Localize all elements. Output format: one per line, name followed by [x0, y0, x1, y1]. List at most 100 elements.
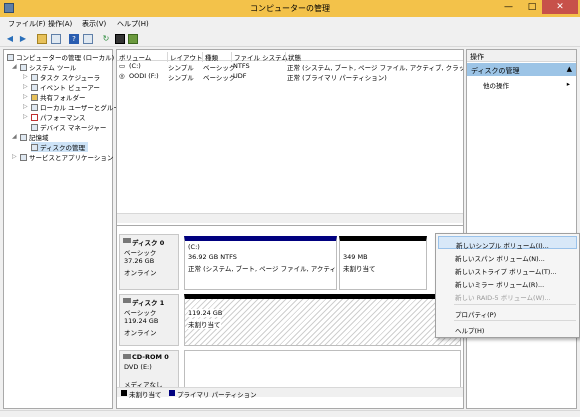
operations-header: 操作 — [467, 50, 576, 62]
tree-item-performance[interactable]: パフォーマンス — [31, 112, 85, 122]
tree-item-services-applications[interactable]: サービスとアプリケーション — [20, 152, 113, 162]
volume-name: (C:) — [129, 62, 141, 70]
cdrom-area — [184, 350, 461, 388]
forward-icon[interactable]: ▶ — [18, 34, 28, 44]
tree-item-disk-management[interactable]: ディスクの管理 — [31, 142, 89, 152]
expand-arrow-icon[interactable]: ▷ — [23, 73, 28, 80]
menu-file[interactable]: ファイル(F) — [8, 19, 46, 29]
title-bar: コンピューターの管理 — □ ✕ — [0, 0, 580, 17]
expand-arrow-icon[interactable]: ▷ — [23, 113, 28, 120]
context-menu: 新しいシンプル ボリューム(I)... 新しいスパン ボリューム(N)... 新… — [435, 233, 580, 338]
submenu-arrow-icon: ▸ — [566, 80, 570, 88]
back-icon[interactable]: ◀ — [5, 34, 15, 44]
toolbar: ◀ ▶ ? ↻ — [0, 31, 580, 47]
cdrom-icon — [123, 354, 131, 359]
tree-root[interactable]: コンピューターの管理 (ローカル) — [7, 52, 114, 62]
help-icon[interactable]: ? — [69, 34, 79, 44]
disk-status: オンライン — [124, 269, 157, 277]
disk-icon — [123, 238, 131, 243]
menu-action[interactable]: 操作(A) — [48, 19, 72, 29]
partition-size: 119.24 GB — [188, 309, 223, 317]
column-status[interactable]: 状態 — [285, 52, 301, 62]
operations-pane: 操作 ディスクの管理 ▲ 他の操作 ▸ — [466, 49, 577, 409]
collapse-icon: ▲ — [566, 65, 572, 73]
volume-type: ベーシック — [203, 74, 236, 82]
up-folder-icon[interactable] — [37, 34, 47, 44]
shared-folder-icon — [31, 94, 38, 101]
disk-0-label[interactable]: ディスク 0 ベーシック 37.26 GB オンライン — [119, 234, 179, 290]
disk-1-label[interactable]: ディスク 1 ベーシック 119.24 GB オンライン — [119, 294, 179, 346]
disk-type: DVD (E:) — [124, 363, 152, 371]
column-file-system[interactable]: ファイル システム — [231, 52, 288, 62]
tree-item-local-users-groups[interactable]: ローカル ユーザーとグループ — [31, 102, 126, 112]
volume-row[interactable]: ▭ (C:) シンプル ベーシック NTFS 正常 (システム, ブート, ペー… — [117, 62, 463, 72]
partition-c[interactable]: (C:) 36.92 GB NTFS 正常 (システム, ブート, ページ ファ… — [184, 236, 337, 290]
collapse-arrow-icon[interactable]: ◢ — [12, 63, 17, 70]
users-icon — [31, 104, 38, 111]
cdrom-0-label[interactable]: CD-ROM 0 DVD (E:) メディアなし — [119, 350, 179, 389]
computer-management-icon — [7, 54, 14, 61]
expand-arrow-icon[interactable]: ▷ — [23, 103, 28, 110]
menu-new-simple-volume[interactable]: 新しいシンプル ボリューム(I)... — [438, 236, 577, 250]
volume-status: 正常 (プライマリ パーティション) — [287, 74, 387, 82]
column-type[interactable]: 種類 — [202, 52, 218, 62]
volume-row[interactable]: ◎ OODI (F:) シンプル ベーシック UDF 正常 (プライマリ パーテ… — [117, 72, 463, 82]
disk-name: ディスク 1 — [132, 299, 165, 307]
minimize-button[interactable]: — — [495, 0, 522, 14]
expand-arrow-icon[interactable]: ▷ — [23, 83, 28, 90]
refresh-icon[interactable]: ↻ — [101, 34, 111, 44]
horizontal-scrollbar[interactable] — [117, 213, 463, 223]
partition-unallocated[interactable]: 119.24 GB 未割り当て — [184, 294, 461, 346]
menu-new-striped-volume[interactable]: 新しいストライプ ボリューム(T)... — [438, 263, 577, 276]
maximize-button[interactable]: □ — [522, 0, 542, 14]
tree-item-storage[interactable]: 記憶域 — [20, 132, 49, 142]
partition-label: (C:) — [188, 243, 200, 251]
menu-new-mirrored-volume[interactable]: 新しいミラー ボリューム(R)... — [438, 276, 577, 289]
navigation-tree: コンピューターの管理 (ローカル) ◢ システム ツール ▷ タスク スケジュー… — [3, 49, 126, 409]
column-volume[interactable]: ボリューム — [117, 52, 151, 62]
tree-item-shared-folders[interactable]: 共有フォルダー — [31, 92, 86, 102]
partition-status: 未割り当て — [343, 265, 376, 273]
volume-type: ベーシック — [203, 64, 236, 72]
export-icon[interactable] — [115, 34, 125, 44]
close-button[interactable]: ✕ — [542, 0, 578, 14]
disk-icon — [123, 298, 131, 303]
window-title: コンピューターの管理 — [250, 4, 330, 13]
menu-new-spanned-volume[interactable]: 新しいスパン ボリューム(N)... — [438, 250, 577, 263]
partition-size: 349 MB — [343, 253, 368, 261]
device-manager-icon — [31, 124, 38, 131]
disk-size: 37.26 GB — [124, 257, 155, 265]
menu-properties[interactable]: プロパティ(P) — [438, 306, 577, 319]
center-pane: ボリューム レイアウト 種類 ファイル システム 状態 ▭ (C:) シンプル … — [116, 49, 464, 409]
drive-icon: ▭ — [119, 62, 126, 70]
expand-arrow-icon[interactable]: ▷ — [12, 153, 17, 160]
column-layout[interactable]: レイアウト — [167, 52, 203, 62]
services-icon — [20, 154, 27, 161]
partition-status: 未割り当て — [188, 319, 221, 329]
volume-file-system: UDF — [233, 72, 247, 80]
tree-item-task-scheduler[interactable]: タスク スケジューラ — [31, 72, 100, 82]
system-tools-icon — [20, 64, 27, 71]
volume-status: 正常 (システム, ブート, ページ ファイル, アクティブ, クラッシュ ダン… — [287, 64, 463, 72]
other-operations-action[interactable]: 他の操作 ▸ — [467, 79, 576, 90]
volume-layout: シンプル — [168, 74, 194, 82]
properties-icon[interactable] — [83, 34, 93, 44]
tree-item-device-manager[interactable]: デバイス マネージャー — [31, 122, 106, 132]
tree-item-system-tools[interactable]: システム ツール — [20, 62, 76, 72]
performance-icon — [31, 114, 38, 121]
collapse-arrow-icon[interactable]: ◢ — [12, 133, 17, 140]
menu-new-raid5-volume[interactable]: 新しい RAID-5 ボリューム(W)... — [438, 289, 577, 302]
operations-section-disk-management[interactable]: ディスクの管理 ▲ — [467, 63, 576, 76]
disk-status: オンライン — [124, 329, 157, 337]
menu-help[interactable]: ヘルプ(H) — [438, 322, 577, 335]
menu-view[interactable]: 表示(V) — [82, 19, 106, 29]
disk-management-icon — [31, 144, 38, 151]
tree-item-event-viewer[interactable]: イベント ビューアー — [31, 82, 100, 92]
expand-arrow-icon[interactable]: ▷ — [23, 93, 28, 100]
show-tree-icon[interactable] — [51, 34, 61, 44]
settings-icon[interactable] — [128, 34, 138, 44]
menu-help[interactable]: ヘルプ(H) — [117, 19, 149, 29]
partition-size: 36.92 GB NTFS — [188, 253, 237, 261]
clock-icon — [31, 74, 38, 81]
partition-unallocated[interactable]: 349 MB 未割り当て — [339, 236, 427, 290]
